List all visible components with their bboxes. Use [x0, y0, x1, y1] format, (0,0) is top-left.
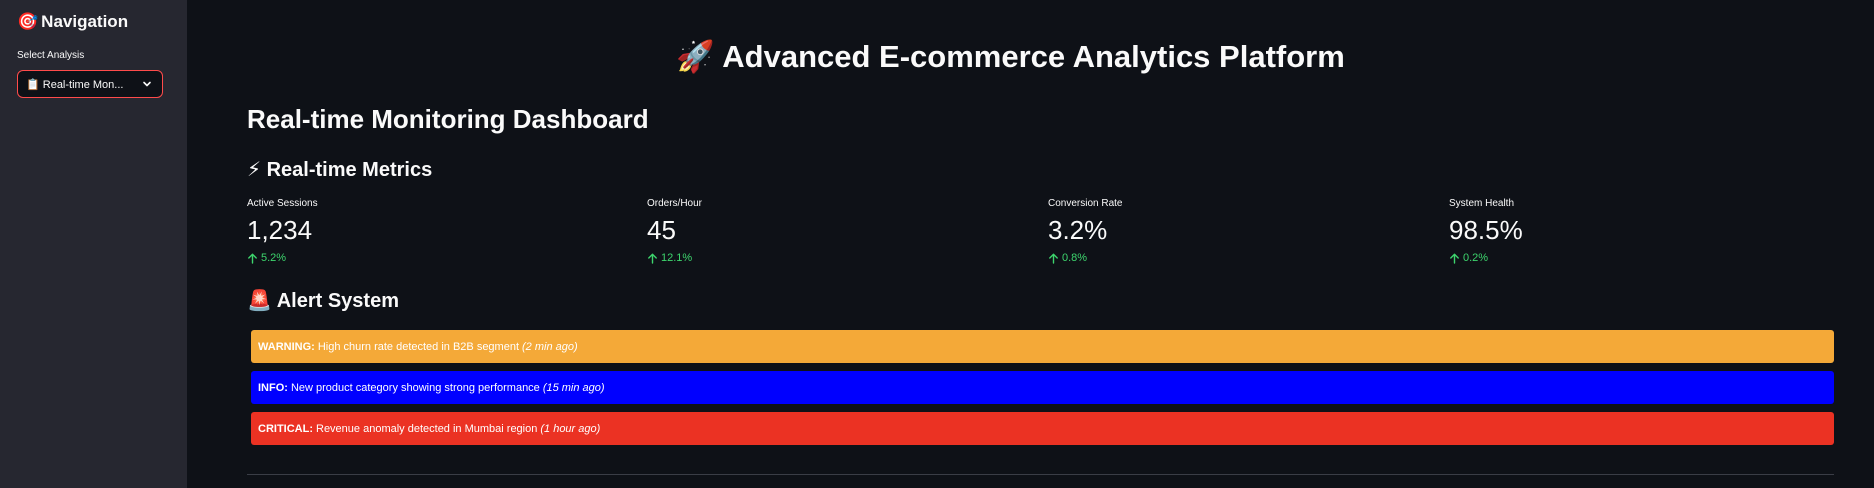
metric-delta-value: 5.2% [261, 252, 287, 264]
alert-time: (15 min ago) [542, 381, 605, 394]
metric-label: Orders/Hour [647, 198, 703, 209]
target-icon: 🎯 [17, 12, 39, 31]
metric-label: Conversion Rate [1048, 198, 1123, 209]
arrow-up-icon [247, 253, 258, 264]
metric-value: 1,234 [247, 215, 313, 245]
metric-value: 45 [647, 215, 676, 245]
metric-active-sessions: Active Sessions 1,234 5.2% [247, 198, 627, 264]
main-content: 🚀 Advanced E-commerce Analytics Platform… [187, 0, 1874, 488]
metric-delta-value: 0.8% [1062, 252, 1088, 264]
page-title: 🚀 Advanced E-commerce Analytics Platform [676, 39, 1345, 74]
alert-message: Revenue anomaly detected in Mumbai regio… [316, 422, 538, 435]
alert-level: WARNING: [258, 340, 315, 353]
chevron-down-icon [140, 77, 154, 91]
alert-message: High churn rate detected in B2B segment [317, 340, 520, 353]
alert-message: New product category showing strong perf… [290, 381, 540, 394]
analysis-select[interactable]: 📋 Real-time Mon... [17, 70, 163, 98]
metric-value: 3.2% [1048, 215, 1108, 245]
alert-level: CRITICAL: [258, 422, 313, 435]
section-title: Real-time Monitoring Dashboard [247, 104, 649, 134]
alert-critical: CRITICAL: Revenue anomaly detected in Mu… [251, 412, 1834, 445]
arrow-up-icon [1048, 253, 1059, 264]
metric-delta: 0.8% [1048, 252, 1428, 264]
divider [247, 474, 1834, 475]
arrow-up-icon [1449, 253, 1460, 264]
alert-info: INFO: New product category showing stron… [251, 371, 1834, 404]
metrics-title: ⚡ Real-time Metrics [247, 159, 433, 181]
alert-warning: WARNING: High churn rate detected in B2B… [251, 330, 1834, 363]
metric-label: System Health [1449, 198, 1515, 209]
alerts-title: 🚨 Alert System [247, 290, 399, 312]
alert-time: (2 min ago) [522, 340, 578, 353]
alert-time: (1 hour ago) [540, 422, 601, 435]
metric-delta: 5.2% [247, 252, 627, 264]
app-root: 🎯 Navigation Select Analysis 📋 Real-time … [0, 0, 1874, 488]
metric-system-health: System Health 98.5% 0.2% [1449, 198, 1829, 264]
arrow-up-icon [647, 253, 658, 264]
metric-value: 98.5% [1449, 215, 1523, 245]
analysis-select-value: 📋 Real-time Mon... [26, 78, 124, 91]
alert-level: INFO: [258, 381, 288, 394]
metric-delta-value: 0.2% [1463, 252, 1489, 264]
metric-delta: 0.2% [1449, 252, 1829, 264]
metric-conversion-rate: Conversion Rate 3.2% 0.8% [1048, 198, 1428, 264]
sidebar: 🎯 Navigation Select Analysis 📋 Real-time … [0, 0, 187, 488]
metric-delta-value: 12.1% [661, 252, 693, 264]
metric-orders-hour: Orders/Hour 45 12.1% [647, 198, 1027, 264]
metric-label: Active Sessions [247, 198, 318, 209]
sidebar-title: 🎯 Navigation [17, 12, 128, 32]
metric-delta: 12.1% [647, 252, 1027, 264]
select-analysis-label: Select Analysis [17, 50, 85, 61]
sidebar-title-text: Navigation [41, 12, 129, 31]
